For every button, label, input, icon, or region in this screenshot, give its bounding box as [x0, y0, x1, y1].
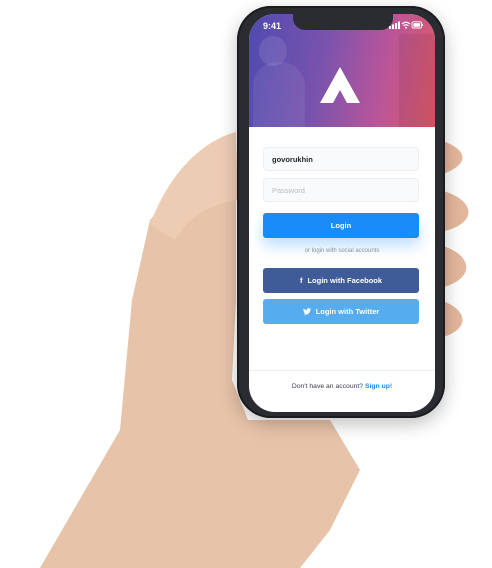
triangle-logo-icon — [320, 67, 360, 103]
password-field[interactable]: Password — [263, 178, 419, 202]
facebook-login-button[interactable]: f Login with Facebook — [263, 268, 419, 293]
signup-prompt-text: Don't have an account? — [291, 383, 364, 390]
phone-screen: 9:41 govorukhin Password Login or login … — [249, 14, 435, 412]
twitter-icon — [302, 299, 311, 324]
login-button[interactable]: Login — [263, 213, 419, 238]
hero-banner: 9:41 — [249, 14, 435, 127]
status-icons — [389, 21, 423, 29]
facebook-login-label: Login with Facebook — [307, 276, 383, 285]
signup-link[interactable]: Sign up! — [365, 383, 392, 390]
facebook-icon: f — [299, 276, 303, 285]
status-bar: 9:41 — [249, 14, 435, 36]
background-figure — [399, 34, 435, 127]
battery-icon — [411, 21, 423, 29]
footer-divider — [249, 370, 435, 371]
background-figure — [253, 62, 305, 127]
social-login-caption: or login with social accounts — [304, 248, 380, 254]
status-time: 9:41 — [263, 21, 282, 31]
notch — [293, 14, 393, 30]
wifi-icon — [401, 21, 411, 29]
twitter-login-label: Login with Twitter — [315, 307, 380, 316]
username-field[interactable]: govorukhin — [263, 147, 419, 171]
twitter-login-button[interactable]: Login with Twitter — [263, 299, 419, 324]
signal-icon — [389, 21, 400, 29]
signup-prompt: Don't have an account? Sign up! — [249, 383, 435, 390]
